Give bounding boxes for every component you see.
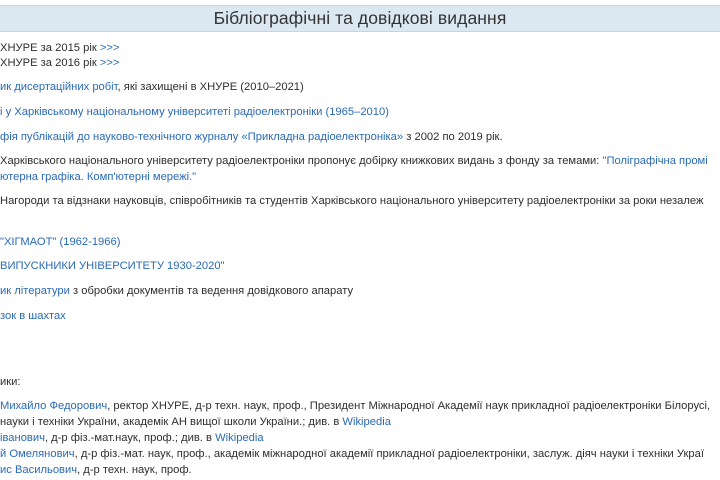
list-item-2015: ХНУРЕ за 2015 рік >>> [0, 41, 119, 55]
khnure-link[interactable]: і у Харківському національному університ… [0, 106, 389, 118]
list-item-dissertations: ик дисертаційних робіт, які захищені в Х… [0, 80, 304, 94]
literature-link[interactable]: ик літератури [0, 285, 70, 297]
books-topic-link-cont[interactable]: ютерна графіка. Комп'ютерні мережі." [0, 171, 196, 183]
person-3-desc: , д-р фіз.-мат. наук, проф., академік мі… [74, 448, 704, 460]
section-header: Бібліографічні та довідкові видання [0, 5, 720, 32]
list-item-literature: ик літератури з обробки документів та ве… [0, 284, 353, 298]
person-2-wiki-link[interactable]: Wikipedia [215, 432, 264, 444]
person-4-link[interactable]: ис Васильович [0, 464, 77, 476]
list-item-books-cont: ютерна графіка. Комп'ютерні мережі." [0, 170, 196, 184]
person-1-desc: , ректор ХНУРЕ, д-р техн. наук, проф., П… [107, 400, 711, 412]
more-link-2016[interactable]: >>> [100, 57, 120, 69]
dissertations-link[interactable]: ик дисертаційних робіт [0, 81, 118, 93]
item-text: з 2002 по 2019 рік. [403, 131, 503, 143]
person-1: Михайло Федорович, ректор ХНУРЕ, д-р тех… [0, 399, 710, 413]
person-1-wiki-link[interactable]: Wikipedia [342, 416, 391, 428]
higmaot-link[interactable]: "ХІГМАОТ" (1962-1966) [0, 236, 120, 248]
person-3: й Омелянович, д-р фіз.-мат. наук, проф.,… [0, 447, 704, 461]
people-heading: ики: [0, 375, 21, 389]
list-item-graduates: ВИПУСКНИКИ УНІВЕРСИТЕТУ 1930-2020" [0, 259, 225, 273]
person-4: ис Васильович, д-р техн. наук, проф. [0, 463, 192, 477]
item-text: з обробки документів та ведення довідков… [69, 285, 354, 297]
person-2-desc: , д-р фіз.-мат.наук, проф.; див. в [44, 432, 216, 444]
graduates-link[interactable]: ВИПУСКНИКИ УНІВЕРСИТЕТУ 1930-2020" [0, 260, 225, 272]
page: Бібліографічні та довідкові видання ХНУР… [0, 0, 720, 480]
person-2-link[interactable]: іванович [0, 432, 45, 444]
list-item-journal: фія публікацій до науково-технічного жур… [0, 130, 503, 144]
person-3-link[interactable]: й Омелянович [0, 448, 75, 460]
person-1-link[interactable]: Михайло Федорович [0, 400, 107, 412]
list-item-khnure: і у Харківському національному університ… [0, 105, 389, 119]
list-item-awards: Нагороди та відзнаки науковців, співробі… [0, 194, 703, 208]
person-4-desc: , д-р техн. наук, проф. [77, 464, 192, 476]
list-item-2016: ХНУРЕ за 2016 рік >>> [0, 56, 119, 70]
more-link-2015[interactable]: >>> [100, 42, 120, 54]
person-1-desc-cont: науки і техніки України, академік АН вищ… [0, 416, 343, 428]
chess-link[interactable]: зок в шахтах [0, 310, 66, 322]
list-item-higmaot: "ХІГМАОТ" (1962-1966) [0, 235, 120, 249]
item-text: ХНУРЕ за 2015 рік [0, 42, 100, 54]
item-text: Харківського національного університету … [0, 155, 603, 167]
awards-text[interactable]: Нагороди та відзнаки науковців, співробі… [0, 195, 703, 207]
item-text: ХНУРЕ за 2016 рік [0, 57, 100, 69]
people-heading-text: ики: [0, 376, 21, 388]
person-2: іванович, д-р фіз.-мат.наук, проф.; див.… [0, 431, 264, 445]
person-1-cont: науки і техніки України, академік АН вищ… [0, 415, 391, 429]
books-topic-link[interactable]: "Поліграфічна промі [603, 155, 708, 167]
journal-link[interactable]: фія публікацій до науково-технічного жур… [0, 131, 403, 143]
section-title: Бібліографічні та довідкові видання [213, 8, 507, 28]
item-text: , які захищені в ХНУРЕ (2010–2021) [117, 81, 304, 93]
list-item-chess: зок в шахтах [0, 309, 66, 323]
list-item-books: Харківського національного університету … [0, 154, 708, 168]
